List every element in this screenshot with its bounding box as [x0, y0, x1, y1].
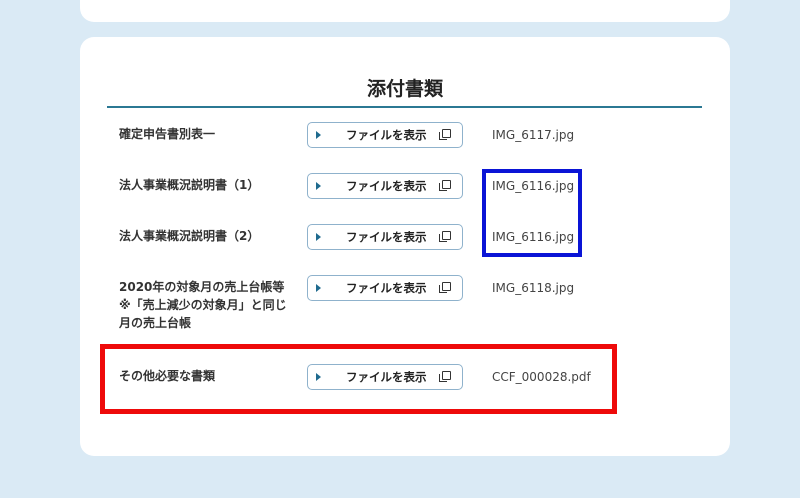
- document-label-line: 法人事業概況説明書（1）: [119, 178, 260, 192]
- view-file-button-label: ファイルを表示: [346, 281, 427, 295]
- view-file-button[interactable]: ファイルを表示: [307, 122, 463, 148]
- view-file-button-label: ファイルを表示: [346, 128, 427, 142]
- copy-icon: [439, 180, 452, 193]
- view-file-button-label: ファイルを表示: [346, 370, 427, 384]
- play-arrow-icon: [316, 284, 321, 292]
- copy-icon: [439, 231, 452, 244]
- file-name: IMG_6116.jpg: [492, 179, 575, 193]
- document-label: 法人事業概況説明書（2）: [119, 227, 304, 245]
- play-arrow-icon: [316, 233, 321, 241]
- document-label-line: 月の売上台帳: [119, 316, 192, 330]
- view-file-button-label: ファイルを表示: [346, 179, 427, 193]
- play-arrow-icon: [316, 131, 321, 139]
- file-name: IMG_6116.jpg: [492, 230, 575, 244]
- document-label-line: その他必要な書類: [119, 369, 216, 383]
- copy-icon: [439, 129, 452, 142]
- view-file-button[interactable]: ファイルを表示: [307, 173, 463, 199]
- document-label: 法人事業概況説明書（1）: [119, 176, 304, 194]
- document-label: 2020年の対象月の売上台帳等 ※「売上減少の対象月」と同じ 月の売上台帳: [119, 278, 304, 332]
- play-arrow-icon: [316, 182, 321, 190]
- document-label-line: 確定申告書別表一: [119, 127, 216, 141]
- view-file-button[interactable]: ファイルを表示: [307, 364, 463, 390]
- document-label-line: 2020年の対象月の売上台帳等: [119, 280, 285, 294]
- copy-icon: [439, 371, 452, 384]
- document-label: その他必要な書類: [119, 367, 304, 385]
- document-label-line: ※「売上減少の対象月」と同じ: [119, 298, 287, 312]
- attachments-card: 添付書類 確定申告書別表一 ファイルを表示 IMG_6117.jpg 法人事業概…: [80, 37, 730, 456]
- section-title: 添付書類: [366, 78, 443, 100]
- view-file-button[interactable]: ファイルを表示: [307, 275, 463, 301]
- view-file-button-label: ファイルを表示: [346, 230, 427, 244]
- document-label: 確定申告書別表一: [119, 125, 304, 143]
- copy-icon: [439, 282, 452, 295]
- view-file-button[interactable]: ファイルを表示: [307, 224, 463, 250]
- file-name: IMG_6117.jpg: [492, 128, 575, 142]
- title-divider: [107, 106, 702, 108]
- file-name: CCF_000028.pdf: [492, 370, 591, 384]
- file-name: IMG_6118.jpg: [492, 281, 575, 295]
- document-label-line: 法人事業概況説明書（2）: [119, 229, 260, 243]
- play-arrow-icon: [316, 373, 321, 381]
- previous-card: [80, 0, 730, 22]
